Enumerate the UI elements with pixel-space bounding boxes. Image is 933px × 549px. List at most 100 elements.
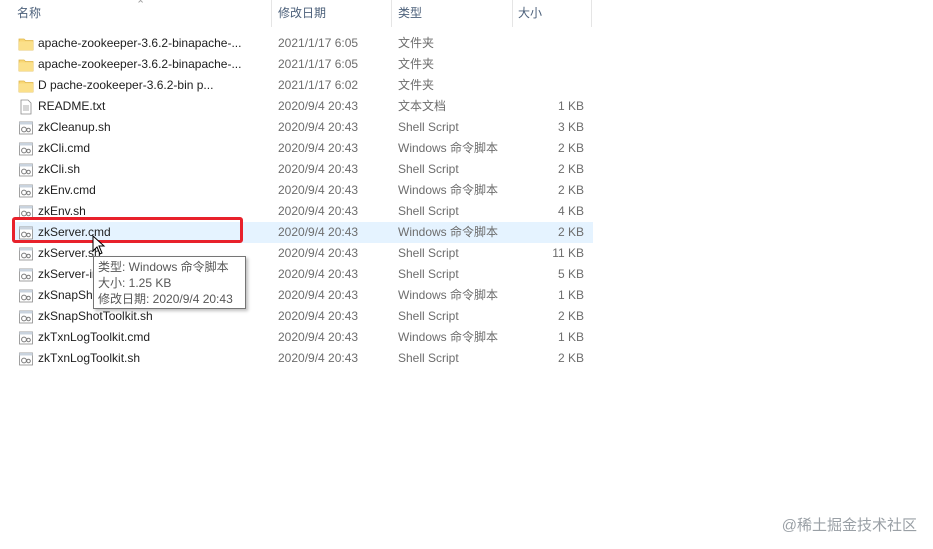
file-type: Shell Script [398, 351, 459, 365]
file-row[interactable]: README.txt 2020/9/4 20:43 文本文档 1 KB [13, 96, 593, 117]
file-date: 2020/9/4 20:43 [278, 204, 359, 218]
file-name: D pache-zookeeper-3.6.2-bin p... [38, 78, 214, 92]
script-file-icon [18, 309, 34, 325]
file-size [513, 75, 584, 96]
file-row[interactable]: apache-zookeeper-3.6.2-binapache-... 2021… [13, 33, 593, 54]
file-name: zkTxnLogToolkit.sh [38, 351, 141, 365]
file-size: 4 KB [557, 204, 584, 218]
file-size: 2 KB [557, 309, 584, 323]
script-file-icon [18, 120, 34, 136]
script-file-icon [18, 288, 34, 304]
file-row[interactable]: zkEnv.cmd 2020/9/4 20:43 Windows 命令脚本 2 KB [13, 180, 593, 201]
file-type: Shell Script [398, 162, 459, 176]
file-type: Windows 命令脚本 [398, 288, 499, 302]
file-size: 2 KB [557, 141, 584, 155]
file-type: Windows 命令脚本 [398, 141, 499, 155]
column-header-size[interactable]: 大小 [518, 0, 542, 27]
mouse-cursor-icon [92, 235, 106, 255]
file-size: 1 KB [557, 99, 584, 113]
chevron-up-icon: ⌃ [136, 0, 146, 11]
script-file-icon [18, 183, 34, 199]
file-type: 文本文档 [398, 99, 447, 113]
folder-icon [18, 57, 34, 73]
file-row[interactable]: zkCleanup.sh 2020/9/4 20:43 Shell Script 3 … [13, 117, 593, 138]
file-date: 2020/9/4 20:43 [278, 309, 359, 323]
file-row[interactable]: zkSnapShotToolkit.sh 2020/9/4 20:43 Shell … [13, 306, 593, 327]
file-tooltip: 类型: Windows 命令脚本 大小: 1.25 KB 修改日期: 2020/… [93, 256, 246, 309]
tooltip-size: 大小: 1.25 KB [98, 276, 172, 290]
file-date: 2021/1/17 6:05 [278, 57, 359, 71]
file-date: 2020/9/4 20:43 [278, 330, 359, 344]
file-name: zkSnapShotToolkit.sh [38, 309, 153, 323]
file-size: 1 KB [557, 288, 584, 302]
file-type: Shell Script [398, 246, 459, 260]
file-size: 2 KB [557, 351, 584, 365]
script-file-icon [18, 330, 34, 346]
file-name: zkCli.cmd [38, 141, 91, 155]
file-size: 2 KB [557, 183, 584, 197]
column-divider[interactable] [271, 0, 272, 27]
file-date: 2020/9/4 20:43 [278, 288, 359, 302]
column-divider[interactable] [391, 0, 392, 27]
file-name: apache-zookeeper-3.6.2-binapache-... [38, 36, 242, 50]
file-type: Windows 命令脚本 [398, 330, 499, 344]
file-row[interactable]: zkTxnLogToolkit.sh 2020/9/4 20:43 Shell Sc… [13, 348, 593, 369]
column-header-type[interactable]: 类型 [398, 0, 422, 27]
file-date: 2020/9/4 20:43 [278, 351, 359, 365]
file-name: apache-zookeeper-3.6.2-binapache-... [38, 57, 242, 71]
script-file-icon [18, 141, 34, 157]
file-date: 2020/9/4 20:43 [278, 120, 359, 134]
folder-icon [18, 78, 34, 94]
file-type: Shell Script [398, 267, 459, 281]
file-date: 2021/1/17 6:02 [278, 78, 359, 92]
file-type: 文件夹 [398, 36, 435, 50]
file-row[interactable]: zkCli.cmd 2020/9/4 20:43 Windows 命令脚本 2 KB [13, 138, 593, 159]
file-date: 2020/9/4 20:43 [278, 246, 359, 260]
folder-icon [18, 36, 34, 52]
file-size: 3 KB [557, 120, 584, 134]
column-header: ⌃ 名称 修改日期 类型 大小 [0, 0, 933, 27]
file-type: Shell Script [398, 120, 459, 134]
highlight-box [12, 217, 243, 243]
file-size [513, 33, 584, 54]
file-date: 2020/9/4 20:43 [278, 267, 359, 281]
text-file-icon [18, 99, 34, 115]
file-size [513, 54, 584, 75]
file-name: zkCleanup.sh [38, 120, 111, 134]
file-size: 11 KB [552, 246, 584, 260]
file-date: 2020/9/4 20:43 [278, 183, 359, 197]
file-type: Shell Script [398, 204, 459, 218]
file-row[interactable]: zkTxnLogToolkit.cmd 2020/9/4 20:43 Windows… [13, 327, 593, 348]
script-file-icon [18, 267, 34, 283]
column-header-date[interactable]: 修改日期 [278, 0, 326, 27]
file-name: zkCli.sh [38, 162, 81, 176]
file-name: zkTxnLogToolkit.cmd [38, 330, 151, 344]
file-type: 文件夹 [398, 78, 435, 92]
file-row[interactable]: zkCli.sh 2020/9/4 20:43 Shell Script 2 KB [13, 159, 593, 180]
script-file-icon [18, 351, 34, 367]
watermark: @稀土掘金技术社区 [781, 517, 917, 534]
tooltip-type: 类型: Windows 命令脚本 [98, 260, 229, 274]
file-date: 2020/9/4 20:43 [278, 99, 359, 113]
file-size: 2 KB [557, 162, 584, 176]
column-divider[interactable] [591, 0, 592, 27]
file-type: Shell Script [398, 309, 459, 323]
script-file-icon [18, 162, 34, 178]
file-size: 1 KB [557, 330, 584, 344]
file-date: 2020/9/4 20:43 [278, 225, 359, 239]
file-row[interactable]: D pache-zookeeper-3.6.2-bin p... 2021/1/1… [13, 75, 593, 96]
column-divider[interactable] [512, 0, 513, 27]
script-file-icon [18, 246, 34, 262]
column-header-name[interactable]: 名称 [17, 0, 41, 27]
file-size: 2 KB [557, 225, 584, 239]
file-type: Windows 命令脚本 [398, 183, 499, 197]
file-name: README.txt [38, 99, 106, 113]
file-size: 5 KB [557, 267, 584, 281]
file-date: 2021/1/17 6:05 [278, 36, 359, 50]
file-name: zkEnv.cmd [38, 183, 96, 197]
tooltip-date: 修改日期: 2020/9/4 20:43 [98, 292, 233, 306]
file-date: 2020/9/4 20:43 [278, 141, 359, 155]
file-date: 2020/9/4 20:43 [278, 162, 359, 176]
file-type: Windows 命令脚本 [398, 225, 499, 239]
file-row[interactable]: apache-zookeeper-3.6.2-binapache-... 2021… [13, 54, 593, 75]
